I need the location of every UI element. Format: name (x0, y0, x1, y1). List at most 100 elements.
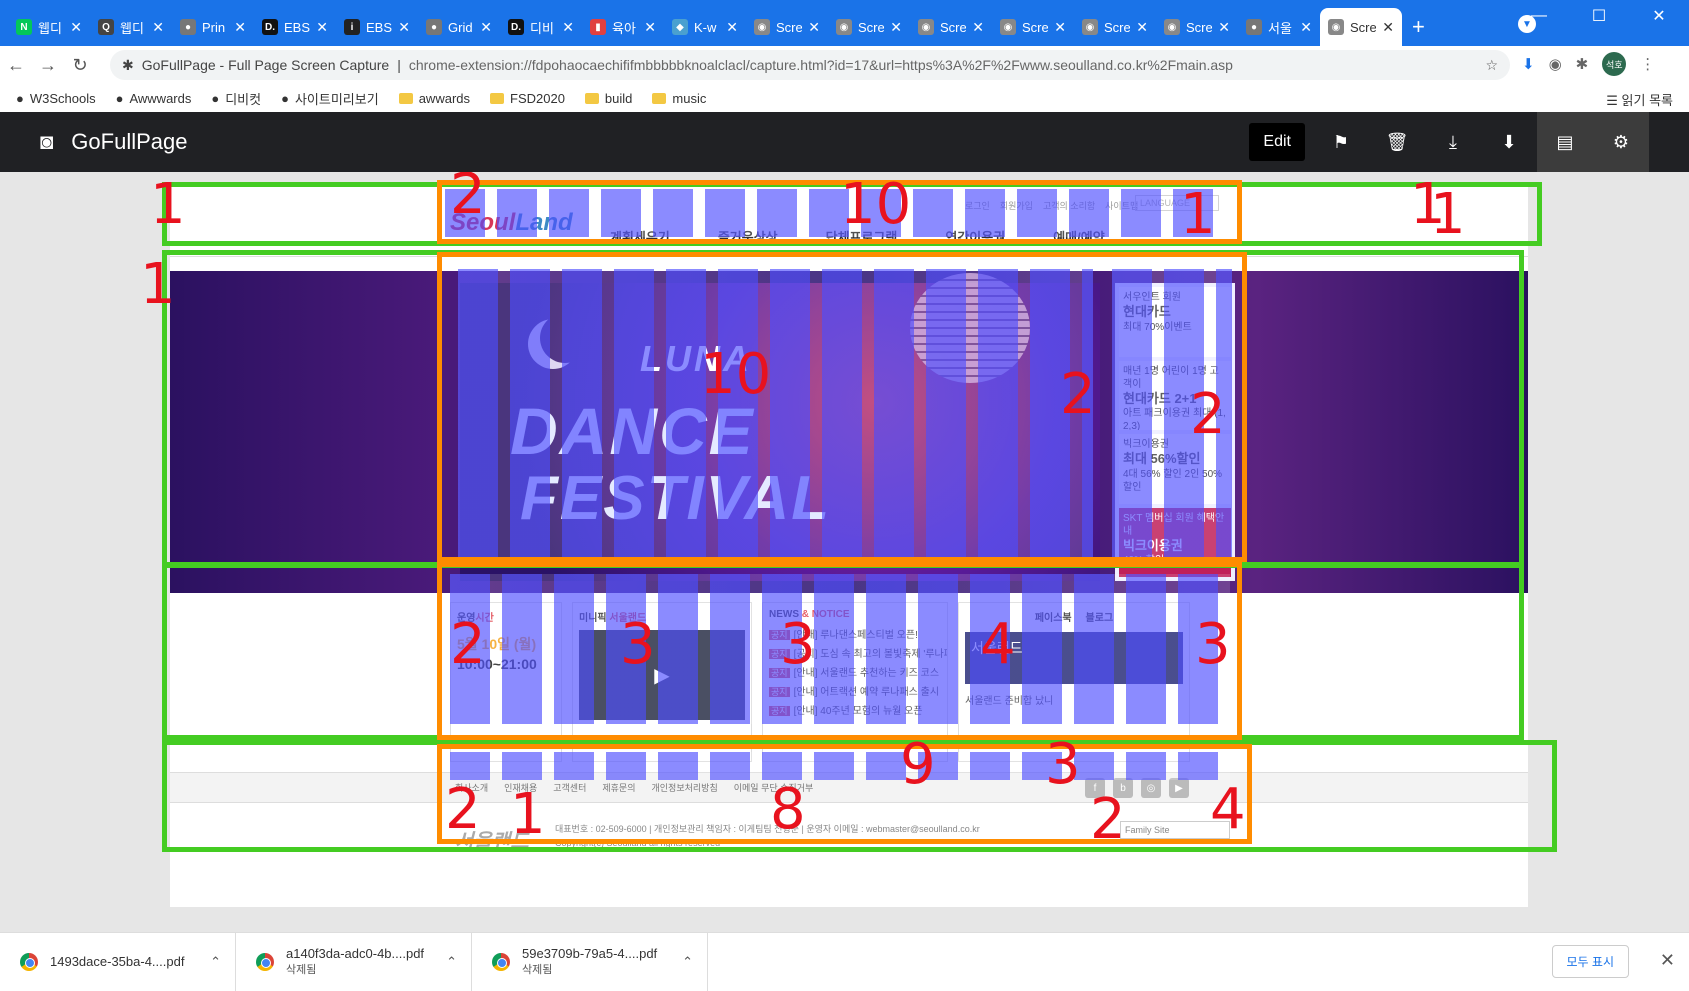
close-tab-icon[interactable]: ✕ (726, 19, 738, 36)
facebook-card[interactable]: 서울랜드 (965, 632, 1183, 684)
maximize-icon[interactable]: ☐ (1569, 0, 1629, 32)
flag-icon[interactable]: ⚑ (1313, 112, 1369, 172)
bookmark-item[interactable]: ● W3Schools (16, 91, 96, 106)
settings-gear-icon[interactable]: ⚙ (1593, 112, 1649, 172)
play-icon[interactable]: ▶ (654, 663, 669, 688)
reading-list-button[interactable]: ☰ 읽기 목록 (1606, 90, 1673, 109)
site-menu-item[interactable]: 연간이용권 (945, 227, 1005, 246)
minimize-icon[interactable]: — (1509, 0, 1569, 32)
browser-tab[interactable]: ◉ Scre ✕ (1156, 8, 1238, 46)
browser-tab[interactable]: ◉ Scre ✕ (828, 8, 910, 46)
footer-link[interactable]: 인재채용 (504, 781, 537, 794)
promo-card[interactable]: 서우인트 회원 현대카드 최대 70%이벤트 (1119, 287, 1231, 357)
site-menu-item[interactable]: 계획세우기 (610, 227, 670, 246)
close-tab-icon[interactable]: ✕ (234, 19, 246, 36)
browser-tab[interactable]: ▮ 육아 ✕ (582, 8, 664, 46)
close-tab-icon[interactable]: ✕ (1054, 19, 1066, 36)
download-item[interactable]: 1493dace-35ba-4....pdf ⌃ (0, 932, 236, 991)
video-player[interactable]: ▶ (579, 630, 745, 720)
close-tab-icon[interactable]: ✕ (644, 19, 656, 36)
hero-banner[interactable]: LUNA DANCE FESTIVAL (460, 273, 1100, 581)
close-tab-icon[interactable]: ✕ (398, 19, 410, 36)
browser-tab[interactable]: ● 서울 ✕ (1238, 8, 1320, 46)
language-select[interactable]: LANGUAGE (1135, 195, 1219, 211)
site-top-link[interactable]: 고객의 소리함 (1043, 199, 1095, 212)
close-tab-icon[interactable]: ✕ (152, 19, 164, 36)
browser-tab[interactable]: ◉ Scre ✕ (746, 8, 828, 46)
site-top-link[interactable]: 로그인 (965, 199, 990, 212)
bookmark-item[interactable]: awwards (398, 91, 470, 106)
close-tab-icon[interactable]: ✕ (562, 19, 574, 36)
footer-link[interactable]: 이메일 무단 수집거부 (734, 781, 814, 794)
footer-link[interactable]: 회사소개 (455, 781, 488, 794)
close-window-icon[interactable]: ✕ (1629, 0, 1689, 32)
profile-avatar[interactable]: 석호 (1602, 52, 1627, 76)
carousel-dots[interactable] (930, 557, 1030, 565)
close-tab-icon[interactable]: ✕ (1136, 19, 1148, 36)
browser-tab[interactable]: ◉ Scre ✕ (1320, 8, 1402, 46)
browser-tab[interactable]: ◉ Scre ✕ (992, 8, 1074, 46)
reload-icon[interactable]: ↻ (64, 55, 96, 76)
download-extension-icon[interactable]: ⬇ (1522, 55, 1535, 73)
browser-tab[interactable]: D. 디비 ✕ (500, 8, 582, 46)
camera-extension-icon[interactable]: ◉ (1549, 55, 1562, 73)
bookmark-star-icon[interactable]: ☆ (1485, 57, 1498, 74)
browser-tab[interactable]: ◉ Scre ✕ (1074, 8, 1156, 46)
bookmark-item[interactable]: ● 디비컷 (211, 89, 261, 108)
footer-link[interactable]: 제휴문의 (602, 781, 635, 794)
close-tab-icon[interactable]: ✕ (808, 19, 820, 36)
youtube-icon[interactable]: ▶ (1169, 778, 1189, 798)
close-downloads-icon[interactable]: ✕ (1660, 950, 1675, 971)
chevron-up-icon[interactable]: ⌃ (446, 954, 457, 970)
site-top-link[interactable]: 사이트맵 (1105, 199, 1138, 212)
chevron-up-icon[interactable]: ⌃ (682, 954, 693, 970)
document-icon[interactable]: ▤ (1537, 112, 1593, 172)
news-item[interactable]: 공지 [안내] 루나댄스페스티벌 오픈! (769, 626, 941, 641)
new-tab-icon[interactable]: + (1412, 14, 1425, 40)
trash-icon[interactable]: 🗑 (1369, 112, 1425, 172)
show-all-downloads-button[interactable]: 모두 표시 (1551, 945, 1629, 978)
browser-tab[interactable]: D. EBS ✕ (254, 8, 336, 46)
instagram-icon[interactable]: ◎ (1141, 778, 1161, 798)
site-menu-item[interactable]: 즐거운상상 (718, 227, 778, 246)
news-item[interactable]: 공지 [공지] 도심 속 최고의 볼빛축제 '루나파 (769, 645, 947, 660)
facebook-icon[interactable]: f (1085, 778, 1105, 798)
footer-link[interactable]: 고객센터 (553, 781, 586, 794)
footer-link[interactable]: 개인정보처리방침 (652, 781, 718, 794)
close-tab-icon[interactable]: ✕ (480, 19, 492, 36)
download-item[interactable]: a140f3da-adc0-4b....pdf 삭제됨 ⌃ (236, 932, 472, 991)
download-pdf-icon[interactable]: ⤓ (1425, 112, 1481, 172)
forward-icon[interactable]: → (32, 55, 64, 76)
close-tab-icon[interactable]: ✕ (1382, 19, 1394, 36)
browser-tab[interactable]: ● Grid ✕ (418, 8, 500, 46)
browser-tab[interactable]: i EBS ✕ (336, 8, 418, 46)
promo-card[interactable]: 빅크이용권 최대 56%할인 4대 56% 할인 2인 50% 할인 (1119, 434, 1231, 504)
close-tab-icon[interactable]: ✕ (890, 19, 902, 36)
news-item[interactable]: 공지 [안내] 40주년 모험의 뉴월 오픈 (769, 702, 941, 717)
seoulland-logo[interactable]: SeoulLand (450, 209, 573, 237)
blog-icon[interactable]: b (1113, 778, 1133, 798)
download-image-icon[interactable]: ⬇ (1481, 112, 1537, 172)
address-bar[interactable]: ✱ GoFullPage - Full Page Screen Capture … (110, 50, 1510, 80)
promo-card[interactable]: SKT 멤버십 회원 혜택안내 빅크이용권 40% 할인 (1119, 507, 1231, 577)
chevron-up-icon[interactable]: ⌃ (210, 954, 221, 970)
close-tab-icon[interactable]: ✕ (1218, 19, 1230, 36)
browser-tab[interactable]: ◉ Scre ✕ (910, 8, 992, 46)
browser-tab[interactable]: ◆ K-w ✕ (664, 8, 746, 46)
edit-button[interactable]: Edit (1249, 123, 1305, 161)
close-tab-icon[interactable]: ✕ (1300, 19, 1312, 36)
site-menu-item[interactable]: 예매/예약 (1053, 227, 1104, 246)
bookmark-item[interactable]: build (584, 91, 632, 106)
news-item[interactable]: 공지 [안내] 어트랙션 예약 루나패스 출시 (769, 683, 941, 698)
close-tab-icon[interactable]: ✕ (316, 19, 328, 36)
family-site-select[interactable]: Family Site (1120, 821, 1230, 839)
site-menu-item[interactable]: 단체프로그램 (826, 227, 898, 246)
menu-kebab-icon[interactable]: ⋮ (1640, 55, 1655, 73)
close-tab-icon[interactable]: ✕ (972, 19, 984, 36)
extensions-puzzle-icon[interactable]: ✱ (1576, 55, 1589, 73)
bookmark-item[interactable]: FSD2020 (490, 91, 565, 106)
back-icon[interactable]: ← (0, 55, 32, 76)
download-item[interactable]: 59e3709b-79a5-4....pdf 삭제됨 ⌃ (472, 932, 708, 991)
browser-tab[interactable]: ● Prin ✕ (172, 8, 254, 46)
close-tab-icon[interactable]: ✕ (70, 19, 82, 36)
